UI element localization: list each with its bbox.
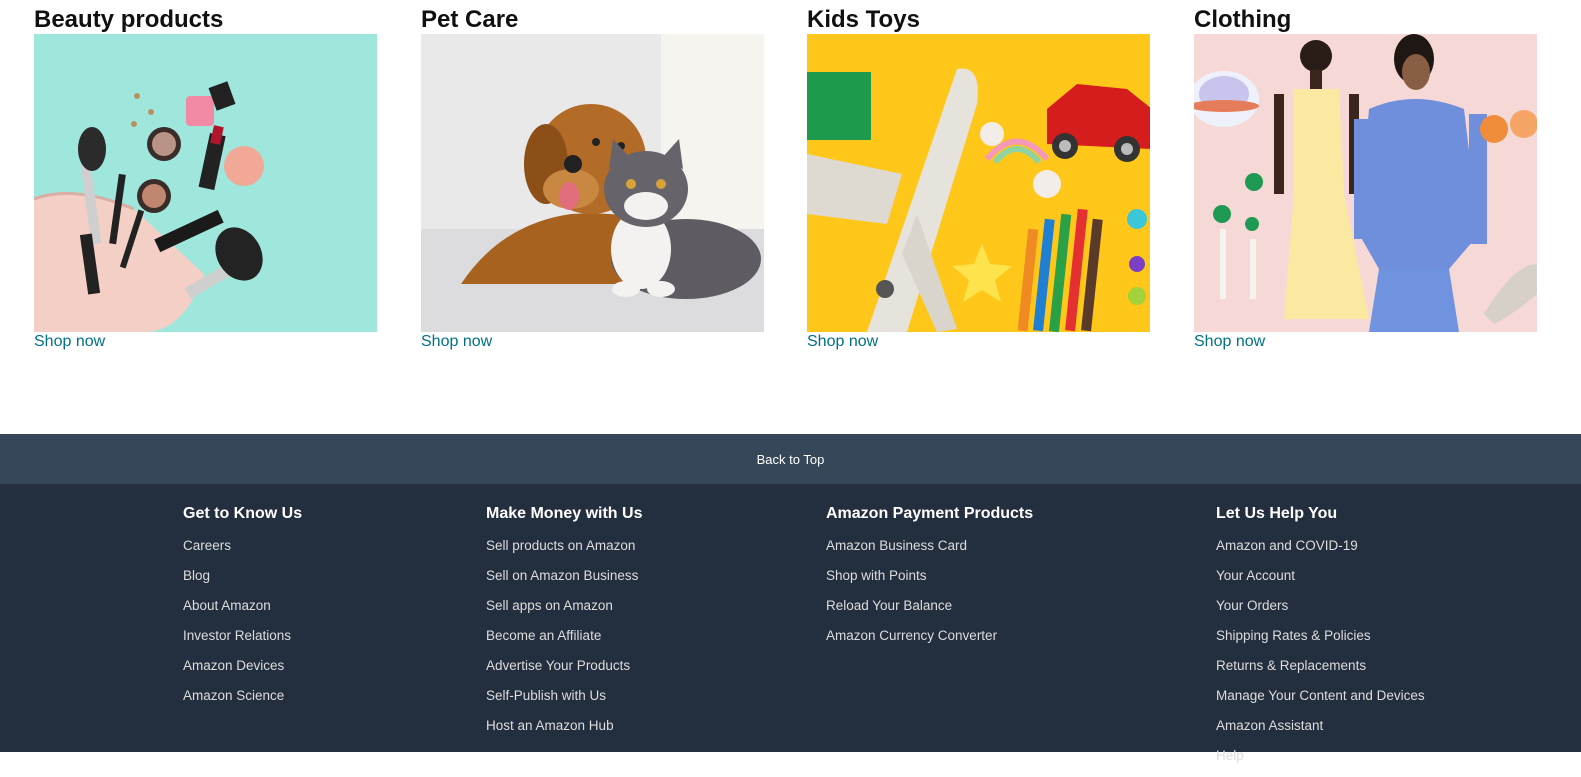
category-cards-row: Beauty products Shop now Pet Care Shop n…	[0, 0, 1581, 434]
footer-heading: Amazon Payment Products	[826, 505, 1034, 522]
card-title-kids-toys: Kids Toys	[807, 6, 920, 33]
footer-link-self-publish[interactable]: Self-Publish with Us	[486, 688, 606, 703]
footer-link-advertise[interactable]: Advertise Your Products	[486, 658, 630, 673]
footer-link-blog[interactable]: Blog	[183, 568, 210, 583]
footer-link-shipping-rates[interactable]: Shipping Rates & Policies	[1216, 628, 1371, 643]
footer-column-get-to-know-us: Get to Know Us Careers Blog About Amazon…	[183, 504, 302, 717]
footer-link-shop-with-points[interactable]: Shop with Points	[826, 568, 927, 583]
footer-column-help: Let Us Help You Amazon and COVID-19 Your…	[1216, 504, 1425, 777]
beauty-products-image[interactable]	[34, 34, 377, 332]
footer-link-become-affiliate[interactable]: Become an Affiliate	[486, 628, 601, 643]
footer-column-payment-products: Amazon Payment Products Amazon Business …	[826, 504, 1033, 657]
footer-link-sell-products[interactable]: Sell products on Amazon	[486, 538, 635, 553]
footer-link-amazon-science[interactable]: Amazon Science	[183, 688, 284, 703]
shop-now-link-beauty[interactable]: Shop now	[34, 332, 105, 352]
card-title-pet-care: Pet Care	[421, 6, 519, 33]
card-title-clothing: Clothing	[1194, 6, 1292, 33]
footer-column-make-money: Make Money with Us Sell products on Amaz…	[486, 504, 642, 747]
card-title-beauty: Beauty products	[34, 6, 224, 33]
footer-link-covid[interactable]: Amazon and COVID-19	[1216, 538, 1358, 553]
footer-link-returns[interactable]: Returns & Replacements	[1216, 658, 1366, 673]
footer-heading: Let Us Help You	[1216, 505, 1338, 522]
footer-link-business-card[interactable]: Amazon Business Card	[826, 538, 967, 553]
footer-heading: Get to Know Us	[183, 505, 303, 522]
footer-link-sell-business[interactable]: Sell on Amazon Business	[486, 568, 638, 583]
footer-link-amazon-assistant[interactable]: Amazon Assistant	[1216, 718, 1323, 733]
back-to-top-label: Back to Top	[756, 451, 825, 467]
footer-link-sell-apps[interactable]: Sell apps on Amazon	[486, 598, 613, 613]
footer-link-host-hub[interactable]: Host an Amazon Hub	[486, 718, 614, 733]
shop-now-link-clothing[interactable]: Shop now	[1194, 332, 1265, 352]
footer-link-your-account[interactable]: Your Account	[1216, 568, 1295, 583]
shop-now-link-kids-toys[interactable]: Shop now	[807, 332, 878, 352]
footer-link-investor-relations[interactable]: Investor Relations	[183, 628, 291, 643]
footer: Get to Know Us Careers Blog About Amazon…	[0, 484, 1581, 763]
footer-link-your-orders[interactable]: Your Orders	[1216, 598, 1288, 613]
back-to-top-button[interactable]: Back to Top	[0, 434, 1581, 484]
footer-link-help[interactable]: Help	[1216, 748, 1244, 763]
shop-now-link-pet-care[interactable]: Shop now	[421, 332, 492, 352]
footer-link-currency-converter[interactable]: Amazon Currency Converter	[826, 628, 997, 643]
footer-link-careers[interactable]: Careers	[183, 538, 231, 553]
footer-heading: Make Money with Us	[486, 505, 643, 522]
pet-care-image[interactable]	[421, 34, 764, 332]
clothing-image[interactable]	[1194, 34, 1537, 332]
footer-link-reload-balance[interactable]: Reload Your Balance	[826, 598, 952, 613]
footer-link-manage-content[interactable]: Manage Your Content and Devices	[1216, 688, 1425, 703]
footer-link-amazon-devices[interactable]: Amazon Devices	[183, 658, 284, 673]
kids-toys-image[interactable]	[807, 34, 1150, 332]
footer-link-about-amazon[interactable]: About Amazon	[183, 598, 271, 613]
